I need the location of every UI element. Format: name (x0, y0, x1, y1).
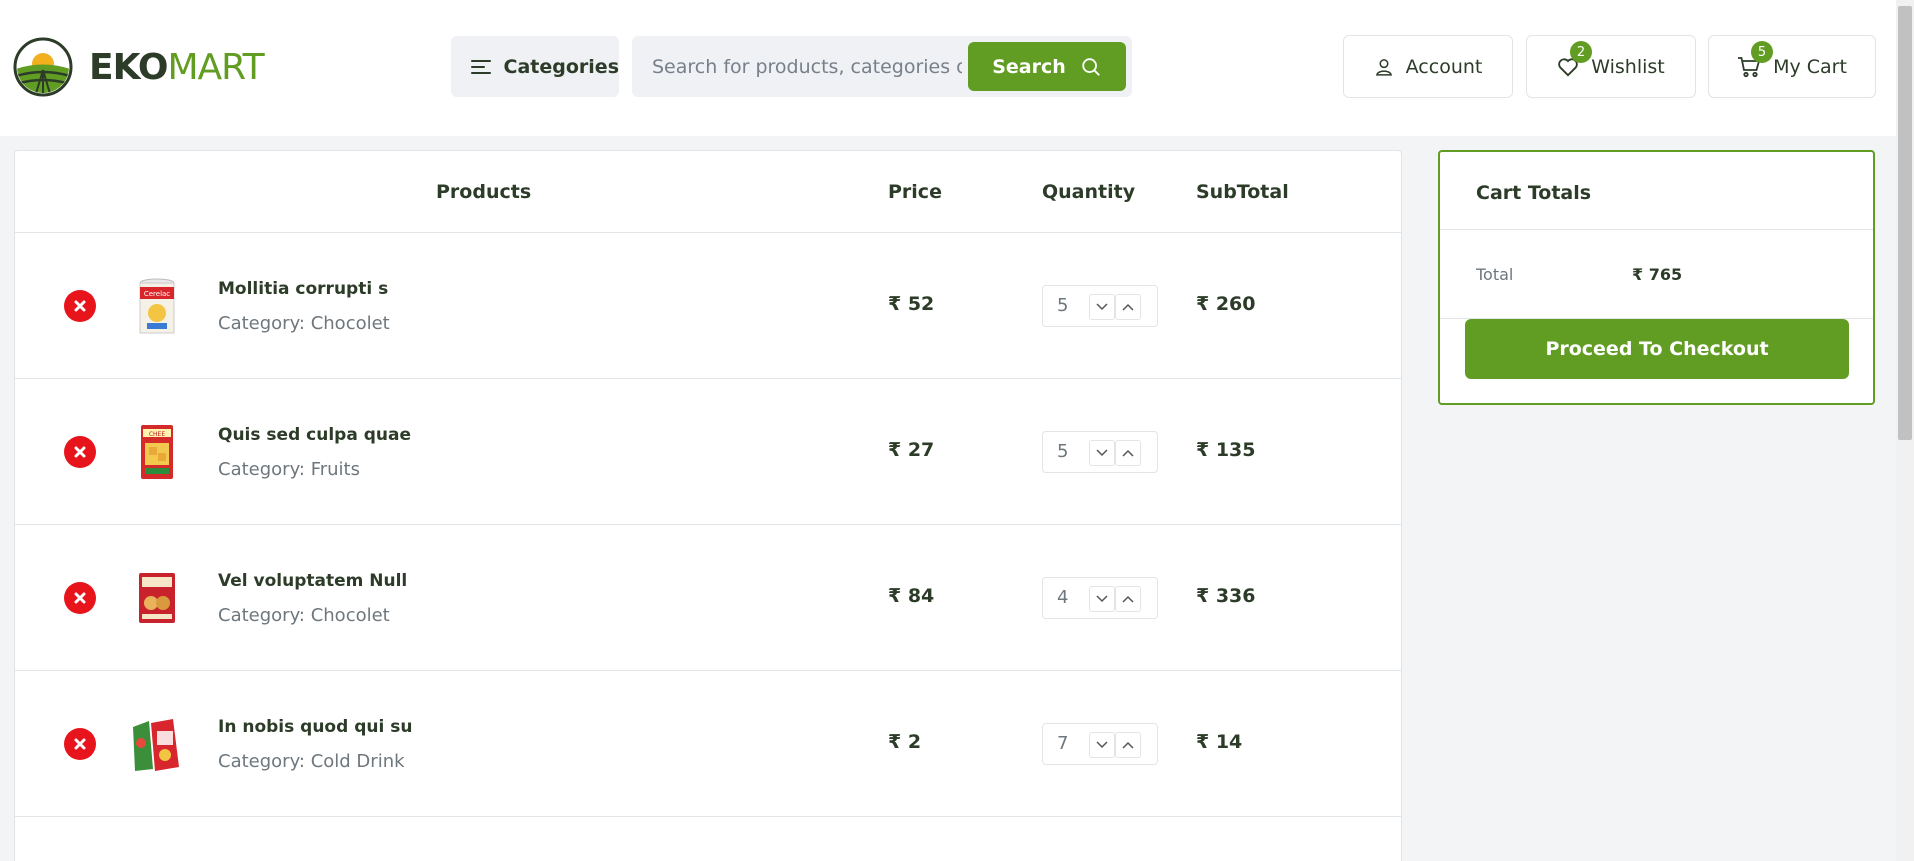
remove-item-button[interactable] (64, 728, 96, 760)
categories-button[interactable]: Categories (451, 36, 619, 97)
site-header: EKOMART Categories Search Account Wishli… (0, 0, 1896, 136)
quantity-value[interactable]: 5 (1057, 295, 1068, 316)
table-row: In nobis quod qui su Category: Cold Drin… (15, 671, 1401, 817)
remove-item-button[interactable] (64, 290, 96, 322)
close-icon (74, 738, 86, 750)
increase-quantity-button[interactable] (1115, 586, 1141, 612)
total-value: ₹ 765 (1632, 265, 1683, 284)
cart-totals-title: Cart Totals (1476, 182, 1592, 204)
decrease-quantity-button[interactable] (1089, 440, 1115, 466)
table-row: Cerelac Mollitia corrupti s Category: Ch… (15, 233, 1401, 379)
svg-text:CHEE: CHEE (149, 431, 165, 438)
table-header: Products Price Quantity SubTotal (15, 151, 1401, 233)
product-price: ₹ 2 (888, 731, 922, 753)
product-subtotal: ₹ 135 (1196, 439, 1256, 461)
scrollbar-thumb[interactable] (1898, 6, 1912, 440)
svg-text:Cerelac: Cerelac (144, 290, 170, 298)
user-icon (1375, 58, 1392, 76)
search-button[interactable]: Search (968, 42, 1126, 91)
proceed-to-checkout-button[interactable]: Proceed To Checkout (1465, 319, 1849, 379)
product-name[interactable]: Quis sed culpa quae (218, 425, 411, 445)
product-price: ₹ 84 (888, 585, 935, 607)
search-input[interactable] (632, 36, 962, 97)
account-button[interactable]: Account (1343, 35, 1513, 98)
chevron-down-icon (1096, 741, 1108, 749)
product-category: Category: Chocolet (218, 605, 390, 626)
decrease-quantity-button[interactable] (1089, 294, 1115, 320)
chevron-down-icon (1096, 595, 1108, 603)
decrease-quantity-button[interactable] (1089, 586, 1115, 612)
increase-quantity-button[interactable] (1115, 440, 1141, 466)
cart-button[interactable]: My Cart 5 (1708, 35, 1876, 98)
quantity-stepper[interactable]: 4 (1042, 577, 1158, 619)
quantity-value[interactable]: 5 (1057, 441, 1068, 462)
products-header: Products (436, 181, 532, 203)
search-button-label: Search (992, 55, 1066, 78)
page-scrollbar[interactable] (1896, 0, 1914, 861)
wishlist-button[interactable]: Wishlist 2 (1526, 35, 1696, 98)
quantity-stepper[interactable]: 5 (1042, 431, 1158, 473)
product-price: ₹ 52 (888, 293, 935, 315)
brand-name-light: MART (167, 46, 264, 88)
quantity-stepper[interactable]: 7 (1042, 723, 1158, 765)
cart-count-badge: 5 (1751, 41, 1773, 63)
search-icon (1082, 57, 1100, 76)
close-icon (74, 300, 86, 312)
product-price: ₹ 27 (888, 439, 935, 461)
increase-quantity-button[interactable] (1115, 732, 1141, 758)
remove-item-button[interactable] (64, 582, 96, 614)
categories-label: Categories (503, 55, 619, 78)
product-name[interactable]: In nobis quod qui su (218, 717, 412, 737)
chevron-down-icon (1096, 303, 1108, 311)
product-category: Category: Cold Drink (218, 751, 405, 772)
product-category: Category: Fruits (218, 459, 360, 480)
product-name[interactable]: Mollitia corrupti s (218, 279, 388, 299)
remove-item-button[interactable] (64, 436, 96, 468)
close-icon (74, 592, 86, 604)
product-subtotal: ₹ 260 (1196, 293, 1256, 315)
product-subtotal: ₹ 14 (1196, 731, 1243, 753)
total-label: Total (1476, 265, 1514, 284)
brand-name-bold: EKO (89, 46, 168, 88)
brand-name: EKOMART (89, 46, 265, 88)
product-name[interactable]: Vel voluptatem Null (218, 571, 407, 591)
snack-box-icon: CHEE (141, 425, 173, 479)
price-header: Price (888, 181, 942, 203)
close-icon (74, 446, 86, 458)
divider (1440, 229, 1873, 230)
cart-label: My Cart (1773, 55, 1847, 78)
table-row: CHEE Quis sed culpa quae Category: Fruit… (15, 379, 1401, 525)
biscuit-pack-icon (139, 573, 175, 623)
subtotal-header: SubTotal (1196, 181, 1289, 203)
chevron-down-icon (1096, 449, 1108, 457)
sauce-pack-icon (133, 719, 179, 771)
farm-logo-icon (13, 37, 73, 97)
menu-icon (471, 59, 491, 74)
product-category: Category: Chocolet (218, 313, 390, 334)
baby-food-tin-icon: Cerelac (139, 278, 175, 334)
chevron-up-icon (1122, 595, 1134, 603)
quantity-value[interactable]: 7 (1057, 733, 1068, 754)
cart-table: Products Price Quantity SubTotal Cerelac… (14, 150, 1402, 861)
product-subtotal: ₹ 336 (1196, 585, 1256, 607)
site-logo[interactable]: EKOMART (13, 37, 265, 97)
chevron-up-icon (1122, 741, 1134, 749)
quantity-value[interactable]: 4 (1057, 587, 1068, 608)
cart-totals-panel: Cart Totals Total ₹ 765 Proceed To Check… (1438, 150, 1875, 405)
wishlist-count-badge: 2 (1570, 41, 1592, 63)
account-label: Account (1405, 55, 1483, 78)
decrease-quantity-button[interactable] (1089, 732, 1115, 758)
chevron-up-icon (1122, 303, 1134, 311)
table-row: Vel voluptatem Null Category: Chocolet ₹… (15, 525, 1401, 671)
chevron-up-icon (1122, 449, 1134, 457)
increase-quantity-button[interactable] (1115, 294, 1141, 320)
search-bar: Search (632, 36, 1132, 97)
quantity-header: Quantity (1042, 181, 1136, 203)
quantity-stepper[interactable]: 5 (1042, 285, 1158, 327)
wishlist-label: Wishlist (1591, 55, 1665, 78)
